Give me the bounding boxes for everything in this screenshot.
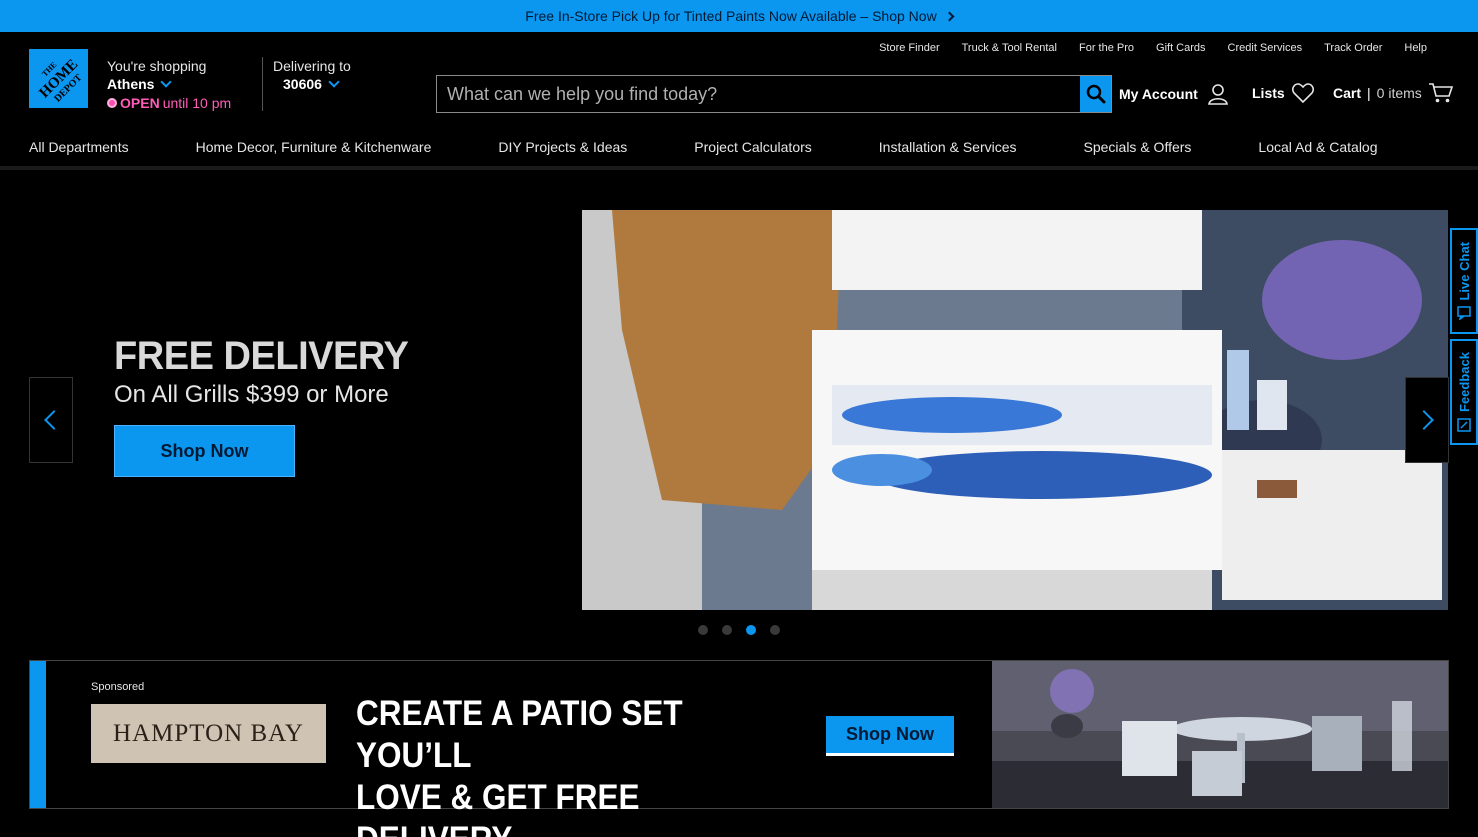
header-divider [262, 57, 263, 111]
chevron-left-icon [44, 410, 64, 430]
store-hours: until 10 pm [162, 95, 232, 111]
hero-shop-now-button[interactable]: Shop Now [114, 425, 295, 477]
user-icon [1207, 84, 1228, 105]
cart-icon [1428, 83, 1453, 103]
cart-button[interactable]: Cart | 0 items [1333, 82, 1454, 104]
carousel-dots [698, 625, 780, 635]
my-account-label: My Account [1119, 86, 1198, 102]
cart-count: 0 items [1376, 85, 1422, 101]
chat-icon [1457, 306, 1471, 321]
my-account-button[interactable]: My Account [1119, 82, 1230, 106]
hero-grill-image[interactable] [582, 210, 1448, 610]
store-status: OPEN until 10 pm [107, 94, 231, 112]
hero-subtitle: On All Grills $399 or More [114, 381, 389, 408]
util-link-gift-cards[interactable]: Gift Cards [1156, 42, 1206, 54]
store-selector[interactable]: You're shopping Athens OPEN until 10 pm [107, 57, 231, 112]
search-icon [1086, 84, 1105, 104]
store-shopping-label: You're shopping [107, 58, 207, 74]
util-link-track-order[interactable]: Track Order [1324, 42, 1382, 54]
home-depot-logo[interactable]: THE HOME DEPOT [29, 49, 88, 108]
cart-label: Cart [1333, 85, 1362, 101]
banner-headline-line2: LOVE & GET FREE DELIVERY [356, 778, 640, 837]
delivery-label: Delivering to [273, 58, 351, 74]
util-link-help[interactable]: Help [1404, 42, 1427, 54]
chevron-right-icon [944, 11, 955, 21]
util-link-store-finder[interactable]: Store Finder [879, 42, 940, 54]
chevron-down-icon [160, 76, 173, 88]
util-link-truck-tool-rental[interactable]: Truck & Tool Rental [962, 42, 1057, 54]
banner-accent [30, 661, 46, 808]
chevron-down-icon [328, 76, 340, 88]
store-city-name: Athens [107, 76, 155, 92]
delivery-zip[interactable]: 30606 [283, 75, 351, 93]
logo-icon: THE HOME DEPOT [29, 49, 88, 108]
nav-installation-services[interactable]: Installation & Services [879, 139, 1017, 155]
live-chat-label: Live Chat [1456, 241, 1472, 301]
nav-local-ad-catalog[interactable]: Local Ad & Catalog [1258, 139, 1377, 155]
cart-divider: | [1367, 85, 1371, 101]
carousel-next-button[interactable] [1405, 377, 1449, 463]
chevron-right-icon [1414, 410, 1434, 430]
hero-title: FREE DELIVERY [114, 334, 409, 378]
nav-home-decor[interactable]: Home Decor, Furniture & Kitchenware [196, 139, 432, 155]
status-dot-icon [107, 98, 117, 108]
heart-icon [1291, 83, 1314, 104]
store-open-label: OPEN [120, 95, 160, 111]
feedback-label: Feedback [1456, 352, 1472, 412]
util-link-for-the-pro[interactable]: For the Pro [1079, 42, 1134, 54]
sponsored-banner[interactable]: Sponsored HAMPTON BAY CREATE A PATIO SET… [29, 660, 1449, 837]
hero-content: FREE DELIVERY On All Grills $399 or More… [114, 334, 424, 477]
nav-all-departments[interactable]: All Departments [29, 139, 129, 155]
delivery-selector[interactable]: Delivering to 30606 [273, 57, 351, 93]
nav-project-calculators[interactable]: Project Calculators [694, 139, 812, 155]
banner-shop-now-button[interactable]: Shop Now [826, 716, 954, 756]
search-button[interactable] [1080, 76, 1111, 112]
carousel-dot-active[interactable] [746, 625, 756, 635]
banner-headline-line1: CREATE A PATIO SET YOU’LL [356, 694, 683, 775]
nav-specials-offers[interactable]: Specials & Offers [1084, 139, 1192, 155]
promo-bar[interactable]: Free In-Store Pick Up for Tinted Paints … [0, 0, 1478, 32]
carousel-dot[interactable] [722, 625, 732, 635]
search-input[interactable] [437, 76, 1080, 112]
main-nav: All Departments Home Decor, Furniture & … [0, 128, 1478, 170]
util-link-credit-services[interactable]: Credit Services [1228, 42, 1303, 54]
hampton-bay-logo[interactable]: HAMPTON BAY [91, 704, 326, 763]
delivery-zip-value: 30606 [283, 76, 322, 92]
lists-button[interactable]: Lists [1252, 82, 1315, 104]
utility-links: Store Finder Truck & Tool Rental For the… [879, 42, 1427, 54]
nav-diy-projects[interactable]: DIY Projects & Ideas [498, 139, 627, 155]
patio-set-image[interactable] [992, 661, 1448, 808]
lists-label: Lists [1252, 85, 1285, 101]
banner-headline: CREATE A PATIO SET YOU’LL LOVE & GET FRE… [356, 693, 788, 837]
edit-icon [1457, 418, 1471, 432]
feedback-tab[interactable]: Feedback [1450, 339, 1478, 445]
patio-photo [992, 661, 1448, 808]
store-city[interactable]: Athens [107, 75, 231, 93]
live-chat-tab[interactable]: Live Chat [1450, 228, 1478, 334]
search-bar [436, 75, 1112, 113]
carousel-dot[interactable] [698, 625, 708, 635]
carousel-dot[interactable] [770, 625, 780, 635]
promo-text[interactable]: Free In-Store Pick Up for Tinted Paints … [525, 8, 936, 24]
grill-photo [582, 210, 1448, 610]
sponsored-label: Sponsored [91, 681, 145, 693]
carousel-prev-button[interactable] [29, 377, 73, 463]
